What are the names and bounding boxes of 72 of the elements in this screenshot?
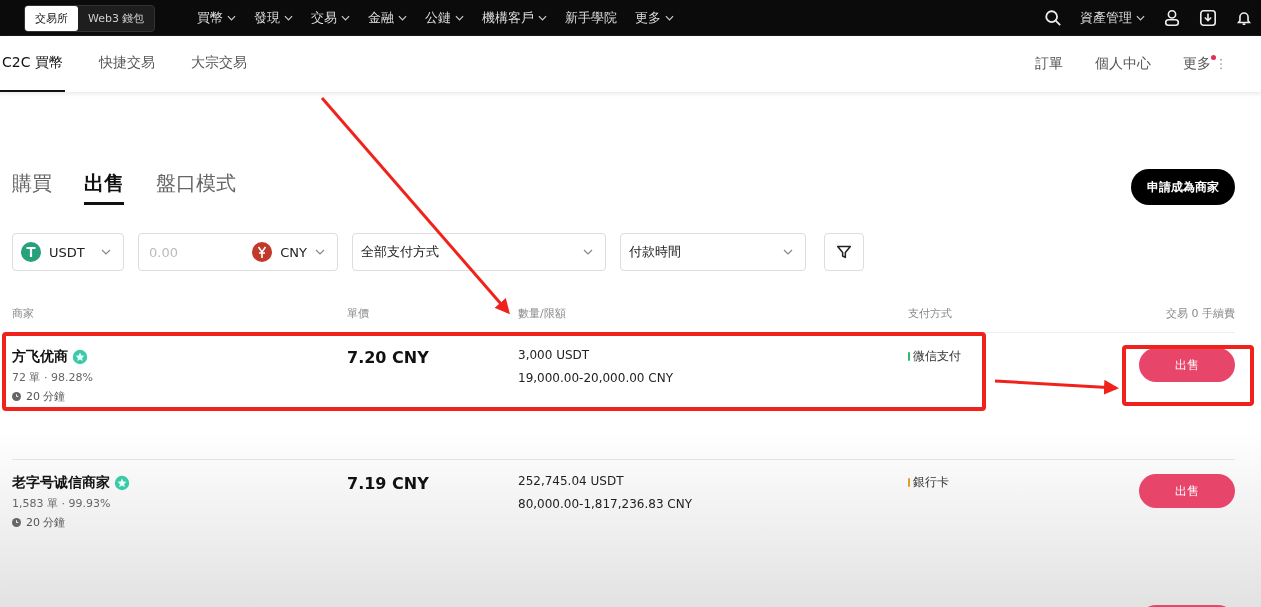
sub-nav-link[interactable]: 訂單 [1035,55,1063,73]
column-header: 支付方式 [908,306,953,321]
merchant-stats: 72 單 · 98.28% [12,370,94,385]
payment-time: 20 分鐘 [26,389,66,404]
nav-menu-item[interactable]: 機構客戶 [482,9,548,27]
unit-price: 7.19 CNY [347,474,430,493]
caret-icon [1136,15,1145,21]
sub-nav-link[interactable]: 個人中心 [1095,55,1151,73]
column-header: 數量/限額 [518,306,567,321]
search-icon[interactable] [1044,9,1062,27]
assets-menu[interactable]: 資產管理 [1080,9,1145,27]
amount-field[interactable]: 0.00 CNY [138,233,338,271]
more-menu[interactable]: 更多 [1183,55,1211,73]
nav-menu-item[interactable]: 交易 [311,9,351,27]
caret-icon [538,15,548,21]
trade-tab[interactable]: 出售 [84,169,124,205]
coin-select[interactable]: USDT [12,233,124,271]
sub-nav-tab[interactable]: 快捷交易 [96,36,157,92]
column-header: 交易 0 手續費 [1165,306,1235,321]
currency-select[interactable]: CNY [280,244,307,260]
trade-tab[interactable]: 盤口模式 [156,169,236,205]
caret-icon [398,15,408,21]
user-icon[interactable] [1163,9,1181,27]
available-amount: 3,000 USDT [518,348,591,362]
sub-nav-tab[interactable]: 大宗交易 [188,36,249,92]
payment-time-select[interactable]: 付款時間 [620,233,806,271]
verified-badge-icon [72,349,88,365]
column-header: 商家 [12,306,35,321]
mode-tab[interactable]: 交易所 [25,5,78,31]
payment-select[interactable]: 全部支付方式 [352,233,606,271]
nav-menu-item[interactable]: 新手學院 [565,9,618,27]
sell-button[interactable]: 出售 [1139,348,1235,382]
sub-nav-tab[interactable]: C2C 買幣 [0,36,65,92]
payment-time: 20 分鐘 [26,515,66,530]
payment-method: 銀行卡 [913,474,949,491]
filter-icon [835,243,853,261]
amount-input[interactable]: 0.00 [147,243,245,261]
column-header: 單價 [347,306,370,321]
payment-method: 微信支付 [913,348,961,365]
available-amount: 252,745.04 USDT [518,474,625,488]
caret-icon [665,15,675,21]
sell-button[interactable]: 出售 [1139,474,1235,508]
merchant-name[interactable]: 方飞优商 [12,348,68,366]
chevron-down-icon [583,249,593,255]
nav-menu-item[interactable]: 買幣 [197,9,237,27]
nav-menu-item[interactable]: 發現 [254,9,294,27]
clock-icon [12,392,21,401]
nav-menu-item[interactable]: 更多 [635,9,675,27]
apply-merchant-button[interactable]: 申請成為商家 [1131,169,1235,205]
nav-menu-item[interactable]: 金融 [368,9,408,27]
order-limit: 80,000.00-1,817,236.83 CNY [518,497,694,511]
chevron-down-icon [315,249,325,255]
trade-tab[interactable]: 購買 [12,169,52,205]
caret-icon [227,15,237,21]
caret-icon [284,15,294,21]
mode-tab[interactable]: Web3 錢包 [78,5,155,31]
tether-coin-icon [21,242,41,262]
order-limit: 19,000.00-20,000.00 CNY [518,371,674,385]
merchant-name[interactable]: 老字号诚信商家 [12,474,110,492]
unit-price: 7.20 CNY [347,348,430,367]
yuan-coin-icon [252,242,273,262]
chevron-down-icon [783,249,793,255]
merchant-stats: 1,583 單 · 99.93% [12,496,112,511]
filter-button[interactable] [824,233,864,271]
nav-menu-item[interactable]: 公鏈 [425,9,465,27]
caret-icon [341,15,351,21]
chevron-down-icon [101,249,111,255]
clock-icon [12,518,21,527]
download-icon[interactable] [1199,9,1217,27]
verified-badge-icon [114,475,130,491]
bell-icon[interactable] [1235,9,1253,27]
caret-icon [455,15,465,21]
